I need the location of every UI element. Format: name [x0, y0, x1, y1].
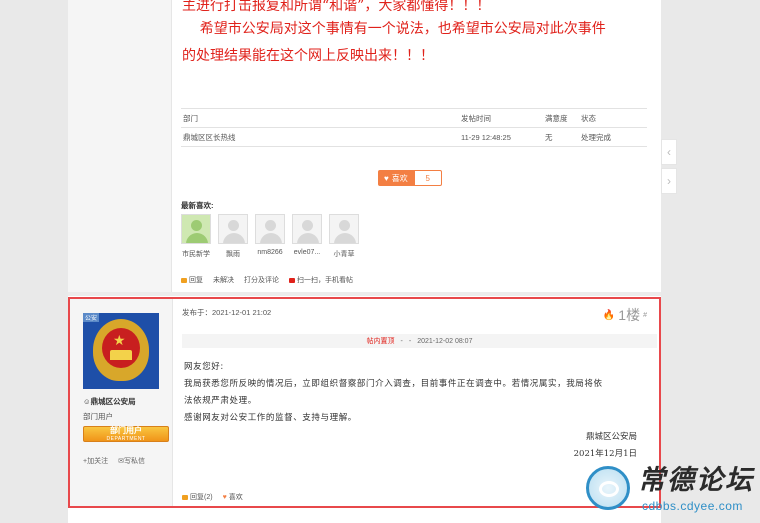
user-actions: +加关注 ✉写私信: [83, 456, 145, 466]
pinned-bar: 帖内置顶 - - 2021-12-02 08:07: [182, 334, 657, 348]
post-actions: 回复 未解决 打分及评论 扫一扫，手机看帖: [181, 275, 353, 285]
liker-name[interactable]: 小青草: [334, 251, 355, 258]
liker-name[interactable]: 市民新学: [182, 251, 210, 258]
username[interactable]: ☺鼎城区公安局: [83, 396, 136, 407]
fire-icon: 🔥: [602, 309, 616, 321]
site-watermark: 常德论坛 cdbbs.cdyee.com: [586, 458, 760, 523]
signature-org: 鼎城区公安局: [585, 432, 637, 442]
avatar[interactable]: [218, 214, 248, 244]
avatar-tag: 公安: [83, 313, 100, 322]
table-row: 鼎城区区长热线 11-29 12:48:25 无 处理完成: [181, 127, 647, 147]
reply-link[interactable]: 回复(2): [182, 492, 213, 502]
status-table: 部门 发帖时间 满意度 状态 鼎城区区长热线 11-29 12:48:25 无 …: [181, 108, 647, 147]
follow-button[interactable]: +加关注: [83, 456, 108, 466]
scroll-up-arrow-icon[interactable]: ‹: [661, 139, 677, 165]
user-icon: ☺: [83, 397, 91, 406]
post-body: 网友您好: 我局获悉您所反映的情况后，立即组织督察部门介入调查，目前事件正在调查中…: [184, 362, 603, 423]
avatar[interactable]: [181, 214, 211, 244]
post-time: 发布于：2021-12-01 21:02: [182, 308, 272, 317]
col-header: 部门: [181, 108, 459, 128]
avatar[interactable]: [255, 214, 285, 244]
mobile-view-link[interactable]: 扫一扫，手机看帖: [289, 275, 353, 285]
table-cell: 鼎城区区长热线: [181, 127, 459, 147]
logo-icon: [586, 466, 630, 510]
reply-icon: [182, 494, 188, 500]
like-button[interactable]: ♥ 喜欢 5: [378, 170, 442, 186]
post-actions: 回复(2) ♥ 喜欢: [182, 492, 243, 502]
highlighted-post: ★ 公安 ☺鼎城区公安局 部门用户 部门用户 DEPARTMENT +加关注 ✉…: [68, 297, 661, 508]
table-cell: 无: [543, 127, 579, 147]
message-button[interactable]: ✉写私信: [118, 456, 145, 466]
like-button-label[interactable]: ♥ 喜欢: [378, 170, 414, 186]
heart-icon: ♥: [384, 173, 389, 183]
likers-title: 最新喜欢:: [181, 201, 214, 210]
pinned-label: 帖内置顶: [366, 338, 395, 345]
post-text-line: 希望市公安局对这个事情有一个说法，也希望市公安局对此次事件: [182, 21, 606, 37]
pinned-time: 2021-12-02 08:07: [417, 337, 473, 345]
table-cell: 处理完成: [579, 127, 647, 147]
author-sidebar: [68, 0, 172, 295]
liker-item[interactable]: 小青草: [328, 214, 360, 259]
post-divider: [68, 292, 661, 296]
avatar[interactable]: [292, 214, 322, 244]
liker-item[interactable]: evle07...: [291, 214, 323, 256]
user-group: 部门用户: [83, 412, 113, 421]
rate-link[interactable]: 打分及评论: [244, 275, 279, 285]
liker-name[interactable]: nm8266: [257, 249, 282, 256]
reply-link[interactable]: 回复: [181, 275, 203, 285]
liker-name[interactable]: evle07...: [294, 249, 320, 256]
liker-item[interactable]: nm8266: [254, 214, 286, 256]
liker-name[interactable]: 飘雨: [226, 251, 240, 258]
gate-icon: [110, 350, 132, 360]
avatar[interactable]: [329, 214, 359, 244]
col-header: 满意度: [543, 108, 579, 128]
qrcode-icon: [289, 277, 295, 283]
scroll-down-arrow-icon[interactable]: ›: [661, 168, 677, 194]
watermark-title: 常德论坛: [638, 465, 754, 496]
unresolved-link[interactable]: 未解决: [213, 275, 234, 285]
liker-item[interactable]: 飘雨: [217, 214, 249, 259]
avatar[interactable]: ★ 公安: [83, 313, 159, 389]
liker-item[interactable]: 市民新学: [180, 214, 212, 259]
post-text-line: 的处理结果能在这个网上反映出来！！！: [182, 48, 434, 64]
floor-number[interactable]: 🔥 1楼 #: [603, 305, 647, 325]
star-icon: ★: [113, 332, 126, 348]
table-cell: 11-29 12:48:25: [459, 127, 543, 147]
watermark-url: cdbbs.cdyee.com: [642, 499, 743, 513]
reply-icon: [181, 277, 187, 283]
rank-badge: 部门用户 DEPARTMENT: [83, 426, 169, 442]
col-header: 发帖时间: [459, 108, 543, 128]
col-header: 状态: [579, 108, 647, 128]
like-count: 5: [413, 170, 442, 186]
like-link[interactable]: ♥ 喜欢: [223, 492, 243, 502]
heart-icon: ♥: [222, 494, 227, 501]
